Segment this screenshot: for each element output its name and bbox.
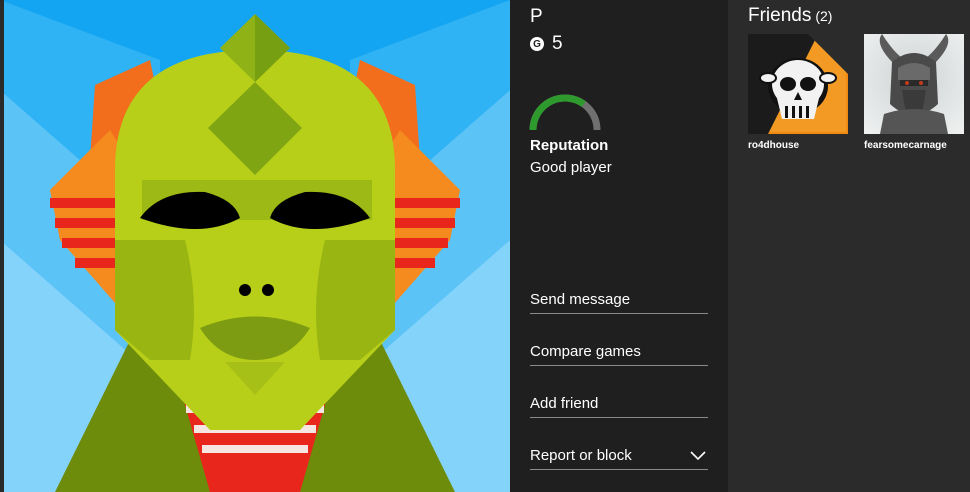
compare-games-button[interactable]: Compare games <box>530 334 708 366</box>
avatar-image <box>0 0 510 492</box>
chevron-down-icon <box>690 450 706 460</box>
friends-title: Friends <box>748 5 812 26</box>
friend-tile[interactable]: fearsomecarnage <box>864 34 964 151</box>
armored-warrior-avatar-icon <box>864 34 964 134</box>
friends-heading[interactable]: Friends (2) <box>748 5 832 27</box>
gamerscore-icon: G <box>530 37 544 51</box>
gamertag: P <box>530 6 543 27</box>
compare-games-label: Compare games <box>530 343 641 360</box>
reputation-value: Good player <box>530 159 612 176</box>
friend-tile[interactable]: ro4dhouse <box>748 34 848 151</box>
send-message-button[interactable]: Send message <box>530 282 708 314</box>
reputation-title: Reputation <box>530 137 609 154</box>
friend-name: fearsomecarnage <box>864 140 947 151</box>
send-message-label: Send message <box>530 291 631 308</box>
alien-avatar-icon <box>0 0 510 492</box>
reputation-gauge-icon <box>529 94 601 131</box>
report-or-block-label: Report or block <box>530 447 632 464</box>
gamerscore: G 5 <box>530 33 563 55</box>
skull-avatar-icon <box>748 34 848 134</box>
friends-count: (2) <box>815 8 833 24</box>
add-friend-button[interactable]: Add friend <box>530 386 708 418</box>
report-or-block-dropdown[interactable]: Report or block <box>530 438 708 470</box>
friend-name: ro4dhouse <box>748 140 800 151</box>
profile-panel: P G 5 Reputation Good player Send messag… <box>510 0 728 492</box>
gamerscore-value: 5 <box>552 33 563 54</box>
add-friend-label: Add friend <box>530 395 599 412</box>
friends-panel: Friends (2) ro4dhouse fearsomecarnage <box>728 0 970 492</box>
